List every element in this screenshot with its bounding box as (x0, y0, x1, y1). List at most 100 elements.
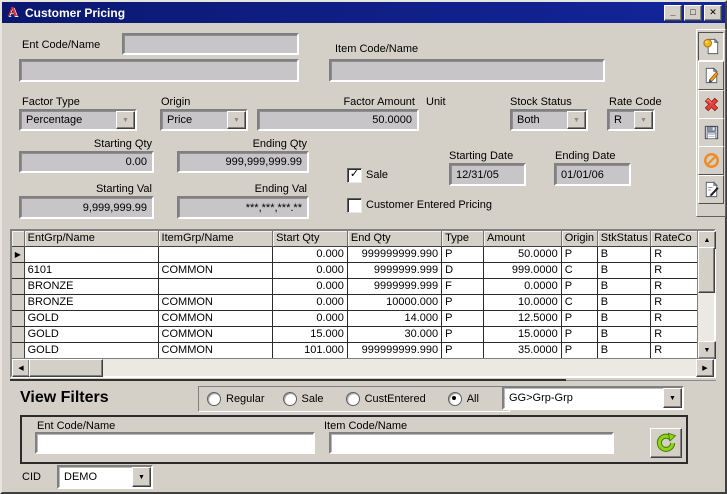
row-selector[interactable] (12, 263, 25, 279)
chevron-down-icon[interactable]: ▼ (116, 111, 135, 129)
row-selector[interactable] (12, 327, 25, 343)
ent-code-field[interactable] (122, 33, 299, 55)
radio-icon[interactable] (346, 392, 360, 406)
column-header-origin[interactable]: Origin (562, 231, 598, 247)
cell-type[interactable]: P (442, 327, 484, 343)
horizontal-scroll-thumb[interactable] (29, 359, 103, 377)
starting-qty-field[interactable]: 0.00 (19, 151, 154, 173)
cell-amount[interactable]: 50.0000 (484, 247, 562, 263)
rate-code-combo[interactable]: R ▼ (607, 109, 655, 131)
table-row[interactable]: GOLDCOMMON15.00030.000P15.0000PBR (12, 327, 698, 343)
table-row[interactable]: ▶0.000999999999.990P50.0000PBR (12, 247, 698, 263)
cell-origin[interactable]: P (562, 247, 598, 263)
cell-stkstatus[interactable]: B (598, 247, 652, 263)
filter-item-code-input[interactable] (329, 432, 614, 454)
cell-ratecode[interactable]: R (651, 263, 698, 279)
cell-itemgrp[interactable]: COMMON (159, 311, 274, 327)
cell-origin[interactable]: P (562, 343, 598, 359)
table-row[interactable]: GOLDCOMMON101.000999999999.990P35.0000PB… (12, 343, 698, 359)
cell-end_qty[interactable]: 999999999.990 (348, 343, 442, 359)
item-name-field[interactable] (329, 59, 605, 82)
cell-start_qty[interactable]: 0.000 (273, 279, 348, 295)
radio-sale[interactable]: Sale (283, 392, 324, 406)
origin-combo[interactable]: Price ▼ (160, 109, 248, 131)
radio-custentered[interactable]: CustEntered (346, 392, 426, 406)
cell-itemgrp[interactable]: COMMON (159, 327, 274, 343)
column-header-endqty[interactable]: End Qty (348, 231, 442, 247)
cell-stkstatus[interactable]: B (598, 279, 652, 295)
cell-start_qty[interactable]: 0.000 (273, 263, 348, 279)
cell-ratecode[interactable]: R (651, 295, 698, 311)
cell-origin[interactable]: P (562, 311, 598, 327)
cell-entgrp[interactable]: BRONZE (25, 279, 159, 295)
cell-amount[interactable]: 0.0000 (484, 279, 562, 295)
chevron-down-icon[interactable]: ▼ (663, 388, 682, 408)
vertical-scroll-thumb[interactable] (698, 247, 715, 293)
grid-vertical-scrollbar[interactable]: ▲ ▼ (697, 231, 714, 359)
cell-stkstatus[interactable]: B (598, 343, 652, 359)
row-selector[interactable] (12, 279, 25, 295)
cell-end_qty[interactable]: 9999999.999 (348, 279, 442, 295)
chevron-down-icon[interactable]: ▼ (567, 111, 586, 129)
filter-ent-code-input[interactable] (35, 432, 315, 454)
cell-entgrp[interactable] (25, 247, 159, 263)
column-header-entgrp[interactable]: EntGrp/Name (25, 231, 159, 247)
cell-entgrp[interactable]: GOLD (25, 343, 159, 359)
radio-all[interactable]: All (448, 392, 479, 406)
ending-val-field[interactable]: ***,***,***.** (177, 196, 309, 219)
table-row[interactable]: 6101COMMON0.0009999999.999D999.0000CBR (12, 263, 698, 279)
cell-type[interactable]: P (442, 343, 484, 359)
cell-ratecode[interactable]: R (651, 327, 698, 343)
cell-end_qty[interactable]: 14.000 (348, 311, 442, 327)
cell-itemgrp[interactable]: COMMON (159, 263, 274, 279)
cell-stkstatus[interactable]: B (598, 311, 652, 327)
chevron-down-icon[interactable]: ▼ (132, 467, 151, 487)
row-selector[interactable] (12, 311, 25, 327)
customer-entered-pricing-checkbox[interactable] (347, 198, 362, 213)
maximize-button[interactable]: □ (684, 5, 702, 21)
column-header-startqty[interactable]: Start Qty (273, 231, 348, 247)
browse-button[interactable] (698, 32, 724, 61)
cell-type[interactable]: P (442, 295, 484, 311)
cell-end_qty[interactable]: 30.000 (348, 327, 442, 343)
cell-entgrp[interactable]: 6101 (25, 263, 159, 279)
cell-entgrp[interactable]: BRONZE (25, 295, 159, 311)
edit-button[interactable] (698, 61, 724, 90)
sale-checkbox[interactable] (347, 168, 362, 183)
chevron-down-icon[interactable]: ▼ (634, 111, 653, 129)
grid-horizontal-scrollbar[interactable]: ◀ ▶ (12, 358, 714, 376)
cell-start_qty[interactable]: 0.000 (273, 311, 348, 327)
cell-ratecode[interactable]: R (651, 247, 698, 263)
cell-amount[interactable]: 35.0000 (484, 343, 562, 359)
scroll-down-icon[interactable]: ▼ (698, 341, 716, 359)
close-button[interactable]: ✕ (704, 5, 722, 21)
cell-amount[interactable]: 10.0000 (484, 295, 562, 311)
cell-ratecode[interactable]: R (651, 311, 698, 327)
cell-type[interactable]: F (442, 279, 484, 295)
cell-origin[interactable]: P (562, 279, 598, 295)
cell-itemgrp[interactable] (159, 247, 274, 263)
cell-type[interactable]: P (442, 247, 484, 263)
cell-type[interactable]: P (442, 311, 484, 327)
save-button[interactable] (698, 118, 724, 147)
cell-stkstatus[interactable]: B (598, 295, 652, 311)
column-header-stkstatus[interactable]: StkStatus (598, 231, 652, 247)
table-row[interactable]: BRONZECOMMON0.00010000.000P10.0000CBR (12, 295, 698, 311)
cell-itemgrp[interactable]: COMMON (159, 295, 274, 311)
cell-end_qty[interactable]: 10000.000 (348, 295, 442, 311)
cell-origin[interactable]: C (562, 295, 598, 311)
scroll-left-icon[interactable]: ◀ (12, 359, 30, 377)
cell-start_qty[interactable]: 0.000 (273, 247, 348, 263)
row-selector[interactable]: ▶ (12, 247, 25, 263)
stock-status-combo[interactable]: Both ▼ (510, 109, 588, 131)
ent-name-field[interactable] (19, 59, 299, 82)
cell-itemgrp[interactable]: COMMON (159, 343, 274, 359)
cell-ratecode[interactable]: R (651, 343, 698, 359)
table-row[interactable]: GOLDCOMMON0.00014.000P12.5000PBR (12, 311, 698, 327)
view-grouping-combo[interactable]: GG>Grp-Grp ▼ (502, 386, 684, 410)
row-selector[interactable] (12, 295, 25, 311)
cell-ratecode[interactable]: R (651, 279, 698, 295)
column-header-type[interactable]: Type (442, 231, 484, 247)
memo-button[interactable] (698, 175, 724, 204)
cell-amount[interactable]: 15.0000 (484, 327, 562, 343)
